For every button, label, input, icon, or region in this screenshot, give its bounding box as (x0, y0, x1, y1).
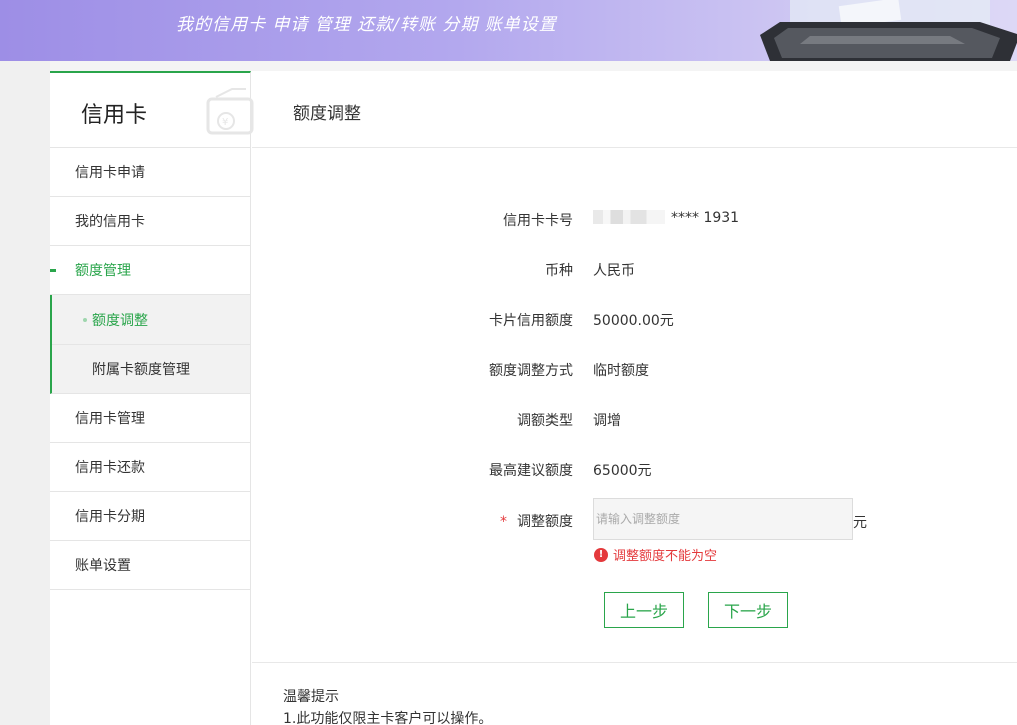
sidebar-subitem-supplementary-limit[interactable]: 附属卡额度管理 (52, 344, 250, 393)
bullet-dot-icon (83, 318, 87, 322)
field-max-suggested: 最高建议额度 65000元 (400, 460, 900, 480)
field-value: 临时额度 (593, 363, 649, 379)
field-label: 卡片信用额度 (489, 313, 573, 329)
sidebar-item-my-cards[interactable]: 我的信用卡 (50, 197, 250, 246)
sidebar-item-card-management[interactable]: 信用卡管理 (50, 394, 250, 443)
error-text: 调整额度不能为空 (613, 549, 718, 564)
prev-step-button[interactable]: 上一步 (604, 592, 684, 628)
sidebar-title: 信用卡 (81, 103, 148, 128)
sidebar-subitem-label: 附属卡额度管理 (92, 362, 190, 378)
sidebar-item-card-apply[interactable]: 信用卡申请 (50, 148, 250, 197)
required-mark: * (500, 514, 507, 530)
card-number-value: **** 1931 (671, 210, 740, 226)
divider (252, 147, 1017, 148)
sidebar-item-label: 信用卡管理 (75, 411, 145, 427)
sidebar-item-label: 我的信用卡 (75, 214, 145, 230)
sidebar-item-card-installment[interactable]: 信用卡分期 (50, 492, 250, 541)
laptop-illustration-icon (760, 0, 1017, 61)
sidebar-subitem-label: 额度调整 (92, 312, 148, 329)
top-banner: 我的信用卡 申请 管理 还款/转账 分期 账单设置 (0, 0, 1017, 61)
sidebar-subgroup: 额度调整 附属卡额度管理 (50, 295, 250, 394)
banner-slogan: 我的信用卡 申请 管理 还款/转账 分期 账单设置 (176, 15, 557, 35)
adjust-label: 调整额度 (517, 514, 573, 530)
sidebar-subitem-limit-adjust[interactable]: 额度调整 (52, 295, 250, 344)
field-currency: 币种 人民币 (400, 260, 900, 280)
sidebar-header: 信用卡 ¥ (50, 73, 254, 148)
field-label: * 调整额度 (500, 511, 573, 531)
field-adjust-method: 额度调整方式 临时额度 (400, 360, 900, 380)
gap (50, 61, 1017, 71)
sidebar-item-label: 信用卡分期 (75, 509, 145, 525)
sidebar-item-label: 信用卡申请 (75, 165, 145, 181)
error-message: ! 调整额度不能为空 (594, 545, 717, 564)
sidebar-item-label: 信用卡还款 (75, 460, 145, 476)
field-label: 调额类型 (517, 413, 573, 429)
tips-title: 温馨提示 (283, 689, 339, 705)
sidebar-item-bill-settings[interactable]: 账单设置 (50, 541, 250, 590)
masked-number (593, 210, 665, 224)
field-label: 额度调整方式 (489, 363, 573, 379)
sidebar-item-card-repayment[interactable]: 信用卡还款 (50, 443, 250, 492)
svg-text:¥: ¥ (222, 117, 228, 128)
field-card-limit: 卡片信用额度 50000.00元 (400, 310, 900, 330)
field-value: 65000元 (593, 463, 652, 479)
field-label: 币种 (545, 263, 573, 279)
field-value: 50000.00元 (593, 313, 674, 329)
unit-label: 元 (853, 515, 867, 531)
error-icon: ! (594, 547, 608, 562)
page-title: 额度调整 (293, 104, 361, 124)
field-value: 调增 (593, 413, 621, 429)
sidebar: 信用卡 ¥ 信用卡申请 我的信用卡 额度管理 额度调整 附属卡额度管理 信用卡管… (50, 71, 254, 725)
sidebar-item-label: 账单设置 (75, 558, 131, 574)
field-card-number: 信用卡卡号 **** 1931 (400, 210, 900, 230)
field-value: 人民币 (593, 263, 635, 279)
field-value: **** 1931 (593, 210, 739, 226)
field-label: 最高建议额度 (489, 463, 573, 479)
sidebar-item-label: 额度管理 (75, 263, 131, 279)
sidebar-item-limit-management[interactable]: 额度管理 (50, 246, 250, 295)
tips-line: 1.此功能仅限主卡客户可以操作。 (283, 711, 493, 725)
adjust-amount-input[interactable] (593, 498, 853, 540)
field-label: 信用卡卡号 (503, 213, 573, 229)
next-step-button[interactable]: 下一步 (708, 592, 788, 628)
credit-card-icon: ¥ (206, 88, 254, 135)
field-adjust-type: 调额类型 调增 (400, 410, 900, 430)
divider (252, 662, 1017, 663)
